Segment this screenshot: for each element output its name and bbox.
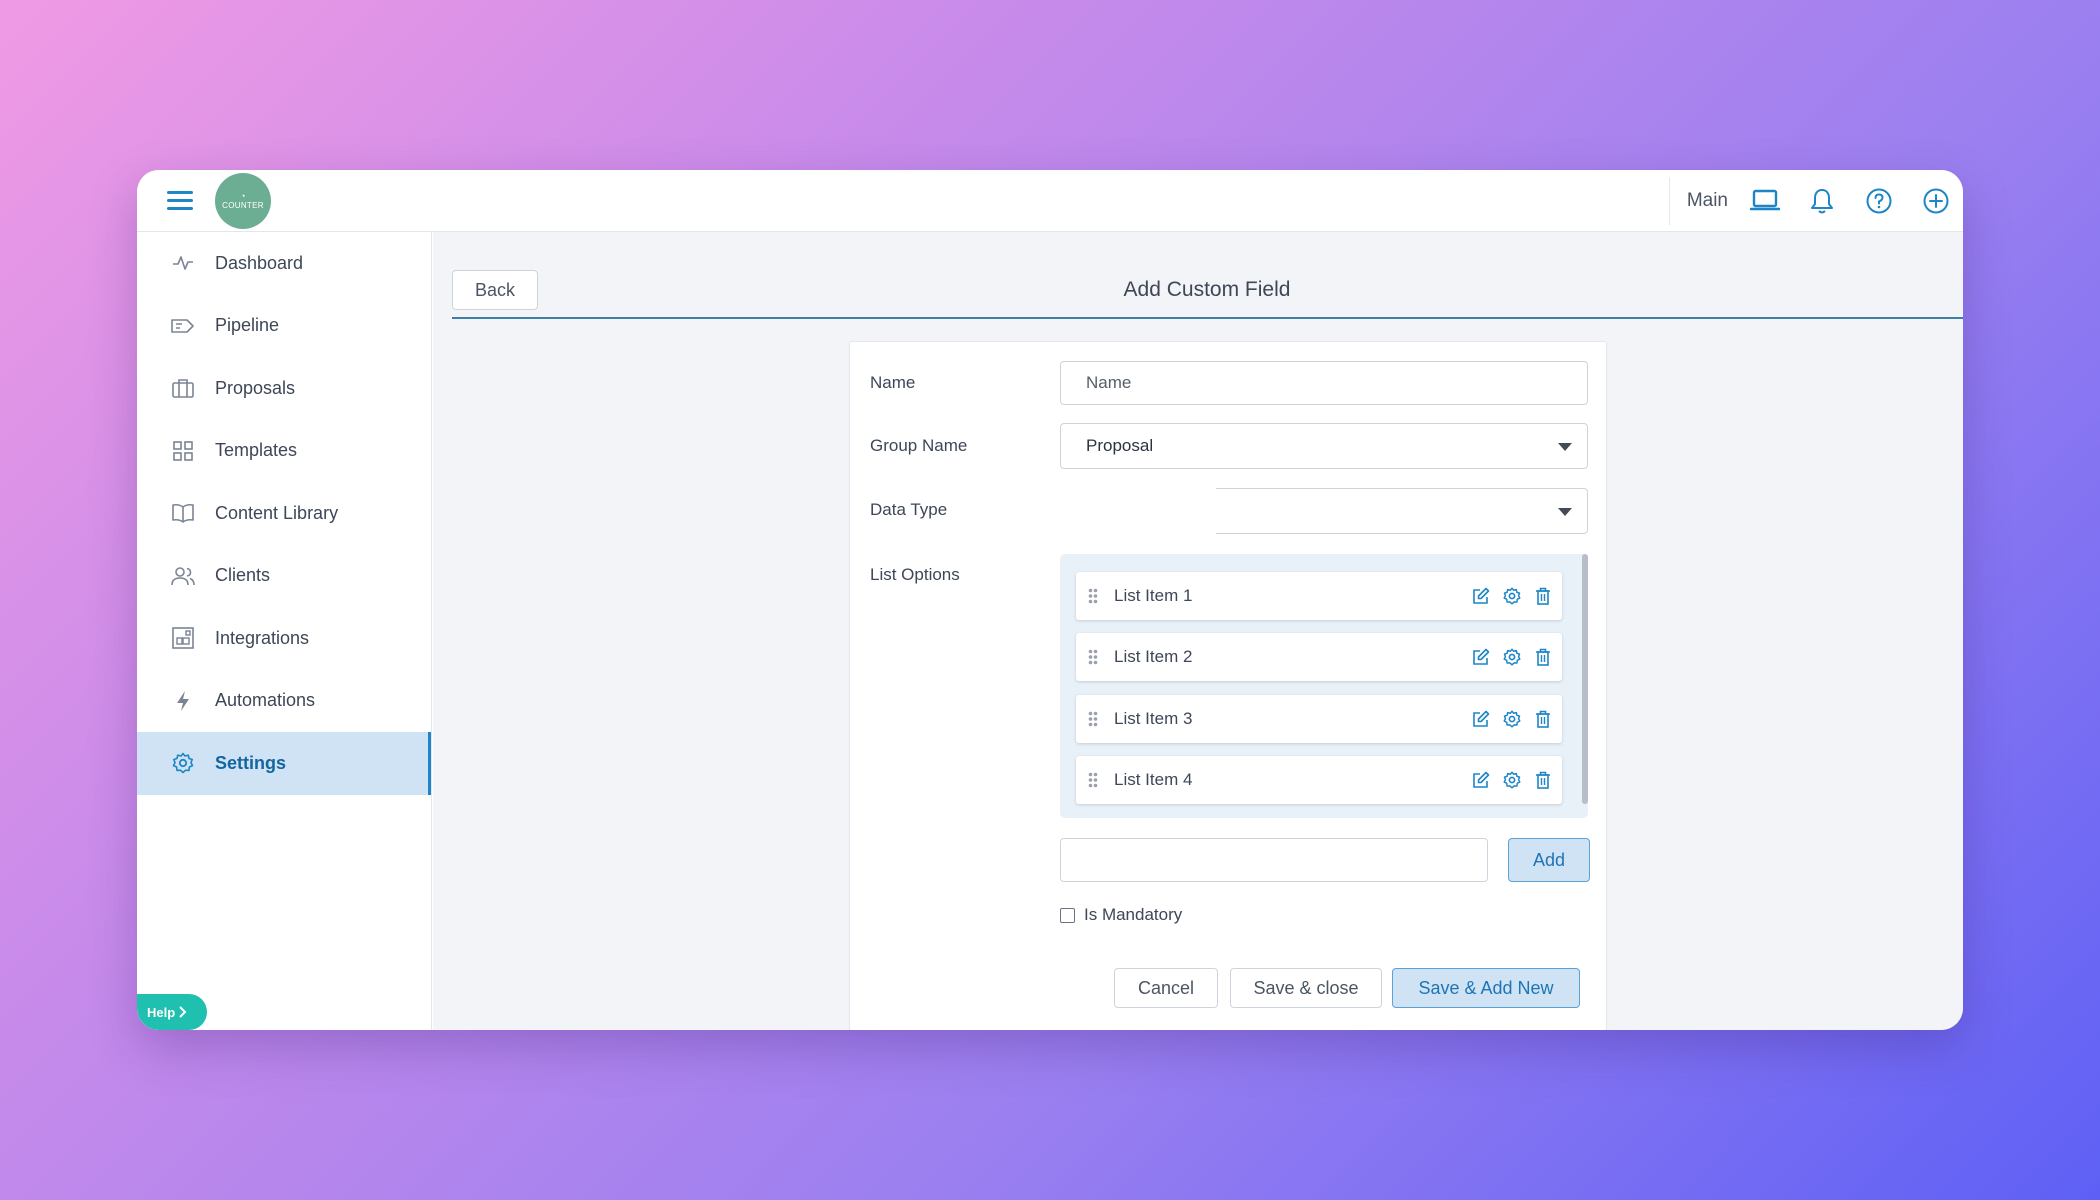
list-options-box: List Item 1 List Item 2 List Item 3 List… [1060,554,1588,818]
edit-icon[interactable] [1470,585,1492,607]
edit-icon[interactable] [1470,708,1492,730]
drag-handle-icon[interactable] [1086,588,1100,604]
main-content: Back Add Custom Field Name Group Name Pr… [433,232,1963,1030]
sidebar-item-automations[interactable]: Automations [137,670,431,733]
list-item-label: List Item 2 [1114,647,1193,666]
help-button[interactable]: Help [137,994,207,1030]
gear-icon[interactable] [1501,708,1523,730]
activity-icon [171,251,195,275]
data-type-select[interactable] [1216,488,1588,534]
chevron-down-icon [1558,443,1572,451]
plus-circle-icon[interactable] [1919,184,1953,218]
sidebar-item-label: Pipeline [215,315,280,336]
users-icon [171,564,195,588]
laptop-icon[interactable] [1748,184,1782,218]
sidebar-item-proposals[interactable]: Proposals [137,357,431,420]
group-name-select[interactable]: Proposal [1060,423,1588,469]
custom-field-form: Name Group Name Proposal Data Type List … [849,341,1607,1030]
group-name-label: Group Name [870,436,968,455]
sidebar-item-label: Templates [215,440,298,461]
gear-icon[interactable] [1501,646,1523,668]
group-name-value: Proposal [1086,436,1154,455]
help-circle-icon[interactable] [1862,184,1896,218]
sidebar-item-label: Proposals [215,377,296,398]
lightning-icon [171,689,195,713]
sidebar-item-clients[interactable]: Clients [137,545,431,608]
list-options-label: List Options [870,565,960,584]
gear-icon [171,751,195,775]
chevron-right-icon [179,1006,187,1018]
list-scrollbar[interactable] [1582,554,1588,804]
grid-icon [171,439,195,463]
data-type-label: Data Type [870,500,948,519]
mandatory-checkbox[interactable] [1060,907,1075,923]
trash-icon[interactable] [1532,585,1554,607]
edit-icon[interactable] [1470,646,1492,668]
sidebar: Dashboard Pipeline Proposals Templates C… [137,232,432,1030]
trash-icon[interactable] [1532,769,1554,791]
list-item[interactable]: List Item 2 [1076,633,1562,681]
logo-text: COUNTER [222,201,264,210]
logo-mark: ◔ [240,191,246,201]
sidebar-item-pipeline[interactable]: Pipeline [137,295,431,358]
sidebar-item-label: Clients [215,565,271,586]
mandatory-toggle[interactable]: Is Mandatory [1060,905,1182,925]
sidebar-item-label: Settings [215,752,287,773]
trash-icon[interactable] [1532,708,1554,730]
gear-icon[interactable] [1501,769,1523,791]
top-bar: ◔ COUNTER Main [137,170,1963,232]
list-item[interactable]: List Item 1 [1076,572,1562,620]
sidebar-item-templates[interactable]: Templates [137,420,431,483]
chevron-down-icon [1558,508,1572,516]
name-label: Name [870,373,916,392]
tag-icon [171,314,195,338]
save-close-button[interactable]: Save & close [1230,968,1382,1008]
drag-handle-icon[interactable] [1086,649,1100,665]
sidebar-item-content-library[interactable]: Content Library [137,482,431,545]
sidebar-item-label: Content Library [215,502,339,523]
add-list-item-button[interactable]: Add [1508,838,1590,882]
drag-handle-icon[interactable] [1086,711,1100,727]
sidebar-item-label: Automations [215,690,316,711]
sidebar-item-label: Integrations [215,627,310,648]
gear-icon[interactable] [1501,585,1523,607]
cancel-button[interactable]: Cancel [1114,968,1218,1008]
bell-icon[interactable] [1805,184,1839,218]
list-item[interactable]: List Item 3 [1076,695,1562,743]
book-icon [171,501,195,525]
workspace-label[interactable]: Main [1687,190,1728,212]
name-input[interactable] [1060,361,1588,405]
edit-icon[interactable] [1470,769,1492,791]
list-item-label: List Item 3 [1114,709,1193,728]
integration-icon [171,626,195,650]
list-item-label: List Item 4 [1114,770,1193,789]
app-window: ◔ COUNTER Main Dashboard Pipeline Propos… [137,170,1963,1030]
title-divider [452,317,1963,319]
help-label: Help [147,1004,176,1020]
sidebar-item-settings[interactable]: Settings [137,732,431,795]
top-bar-actions: Main [1668,170,1963,232]
new-list-item-input[interactable] [1060,838,1488,882]
list-item-label: List Item 1 [1114,586,1193,605]
list-item[interactable]: List Item 4 [1076,756,1562,804]
sidebar-item-label: Dashboard [215,252,304,273]
briefcase-icon [171,376,195,400]
company-logo[interactable]: ◔ COUNTER [215,173,271,229]
sidebar-item-dashboard[interactable]: Dashboard [137,232,431,295]
divider [1668,177,1670,225]
save-add-new-button[interactable]: Save & Add New [1392,968,1580,1008]
sidebar-item-integrations[interactable]: Integrations [137,607,431,670]
trash-icon[interactable] [1532,646,1554,668]
menu-icon[interactable] [167,191,193,211]
mandatory-label: Is Mandatory [1084,905,1183,924]
drag-handle-icon[interactable] [1086,772,1100,788]
page-title: Add Custom Field [1123,278,1291,301]
